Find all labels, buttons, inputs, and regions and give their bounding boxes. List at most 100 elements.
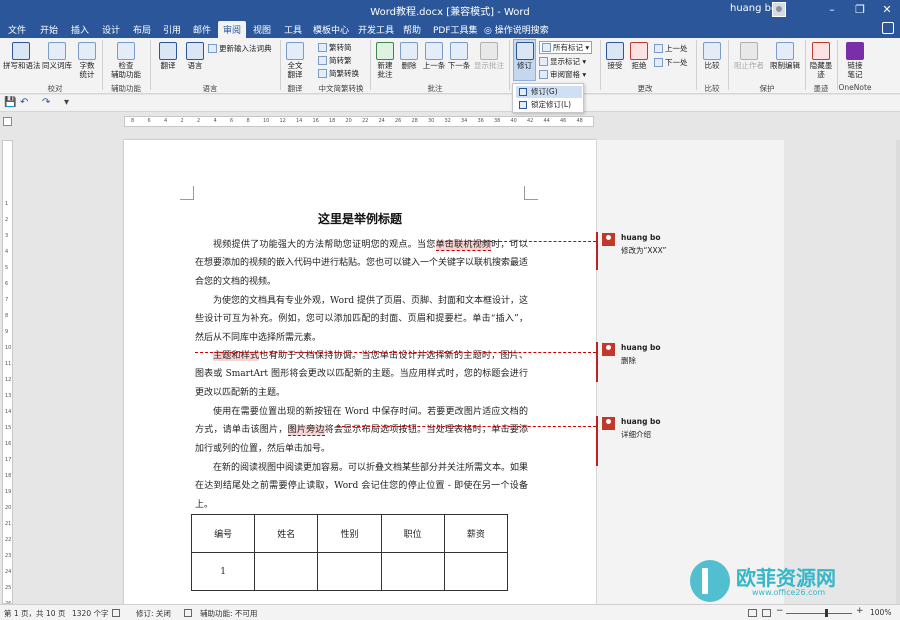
avatar[interactable] xyxy=(772,2,786,17)
comment-balloon[interactable]: huang bo 详细介绍 xyxy=(600,417,710,451)
tab-insert[interactable]: 插入 xyxy=(71,23,89,36)
delete-comment-button[interactable]: 删除 xyxy=(398,42,420,70)
macro-icon[interactable] xyxy=(184,609,192,617)
review-pane-button[interactable]: 审阅窗格 ▾ xyxy=(539,69,586,80)
show-comments-button[interactable]: 显示批注 xyxy=(472,42,506,70)
comment-balloon[interactable]: huang bo 修改为“XXX” xyxy=(600,233,710,267)
previous-comment-button[interactable]: 上一条 xyxy=(422,42,446,70)
close-button[interactable]: ✕ xyxy=(877,1,897,19)
tab-developer[interactable]: 开发工具 xyxy=(358,23,394,36)
zoom-slider[interactable] xyxy=(786,613,852,614)
save-icon[interactable]: 💾 xyxy=(4,97,16,108)
comments-panel-icon[interactable] xyxy=(882,22,894,34)
comment-text[interactable]: 详细介绍 xyxy=(621,429,651,440)
table-header-cell[interactable]: 性别 xyxy=(317,514,382,553)
word-count-button[interactable]: 字数 统计 xyxy=(75,42,99,79)
track-changes-label-wrap[interactable]: 修订 xyxy=(513,42,536,70)
linked-notes-button[interactable]: 链接 笔记 xyxy=(842,42,868,79)
horizontal-ruler[interactable]: 8 6 4 2 2 4 6 8 10 12 14 16 18 20 22 24 26 28 30 32 34 36 38 40… xyxy=(124,116,594,127)
proofing-icon[interactable] xyxy=(112,609,120,617)
full-translate-button[interactable]: 全文 翻译 xyxy=(283,42,307,79)
simp-to-trad-button[interactable]: 简转繁 xyxy=(318,55,352,66)
table-cell[interactable] xyxy=(317,552,382,591)
tab-selector[interactable] xyxy=(3,117,12,126)
ruler-tick: 6 xyxy=(147,118,151,124)
table-cell[interactable]: 1 xyxy=(190,552,256,591)
vertical-ruler[interactable]: 1 2 3 4 5 6 7 8 9 10 11 12 13 14 15 16 17 18 19 20 21 22 23 24 2… xyxy=(2,140,13,604)
tab-view[interactable]: 视图 xyxy=(253,23,271,36)
table-cell[interactable] xyxy=(380,552,445,591)
trad-to-simp-button[interactable]: 繁转简 xyxy=(318,42,352,53)
read-mode-icon[interactable] xyxy=(762,609,771,617)
zoom-slider-thumb[interactable] xyxy=(825,609,828,617)
paragraph-2[interactable]: 为使您的文档具有专业外观，Word 提供了页眉、页脚、封面和文本框设计，这些设计… xyxy=(195,292,528,347)
zoom-level[interactable]: 100% xyxy=(870,608,891,617)
tab-home[interactable]: 开始 xyxy=(40,23,58,36)
restore-button[interactable]: ❐ xyxy=(850,1,870,19)
document-heading[interactable]: 这里是举例标题 xyxy=(124,210,596,227)
language-button[interactable]: 语言 xyxy=(182,42,208,70)
simp-trad-convert-button[interactable]: 简繁转换 xyxy=(318,68,359,79)
redo-icon[interactable]: ↷ xyxy=(42,97,50,108)
block-authors-button[interactable]: 阻止作者 xyxy=(732,42,766,70)
tab-design[interactable]: 设计 xyxy=(102,23,120,36)
comment-balloon[interactable]: huang bo 删除 xyxy=(600,343,710,377)
word-count[interactable]: 1320 个字 xyxy=(72,608,108,619)
spelling-button[interactable]: 拼写和语法 xyxy=(3,42,41,70)
tab-references[interactable]: 引用 xyxy=(163,23,181,36)
tab-help[interactable]: 帮助 xyxy=(403,23,421,36)
tab-review[interactable]: 审阅 xyxy=(218,21,247,38)
hide-ink-button[interactable]: 隐藏墨迹 xyxy=(808,42,834,79)
check-accessibility-button[interactable]: 检查 辅助功能 xyxy=(106,42,146,79)
tell-me-search[interactable]: ◎ 操作说明搜索 xyxy=(484,23,549,36)
data-table[interactable]: 编号 姓名 性别 职位 薪资 1 xyxy=(190,514,509,591)
table-header-cell[interactable]: 职位 xyxy=(380,514,445,553)
restrict-editing-button[interactable]: 限制编辑 xyxy=(768,42,802,70)
tab-tools[interactable]: 工具 xyxy=(284,23,302,36)
tab-file[interactable]: 文件 xyxy=(8,23,26,36)
paragraph-4[interactable]: 使用在需要位置出现的新按钮在 Word 中保存时间。若要更改图片适应文档的方式，… xyxy=(195,403,528,458)
accept-button[interactable]: 接受 xyxy=(604,42,626,70)
customize-qat-icon[interactable]: ▾ xyxy=(64,97,69,108)
previous-change-button[interactable]: 上一处 xyxy=(654,43,688,54)
new-comment-button[interactable]: 新建 批注 xyxy=(373,42,397,79)
tab-mailings[interactable]: 邮件 xyxy=(193,23,211,36)
next-change-button[interactable]: 下一处 xyxy=(654,57,688,68)
zoom-out-button[interactable]: − xyxy=(776,606,784,616)
compare-button[interactable]: 比较 xyxy=(700,42,724,70)
accessibility-status[interactable]: 辅助功能: 不可用 xyxy=(200,608,257,619)
markup-select[interactable]: 所有标记 ▾ xyxy=(539,41,593,54)
paragraph-5[interactable]: 在新的阅读视图中阅读更加容易。可以折叠文档某些部分并关注所需文本。如果在达到结尾… xyxy=(195,459,528,514)
thesaurus-button[interactable]: 同义词库 xyxy=(40,42,74,70)
focus-mode-icon[interactable] xyxy=(748,609,757,617)
comment-text[interactable]: 修改为“XXX” xyxy=(621,245,666,256)
user-name[interactable]: huang bo xyxy=(730,3,777,14)
paragraph-3[interactable]: 主题和样式也有助于文档保持协调。当您单击设计并选择新的主题时，图片、图表或 Sm… xyxy=(195,347,528,402)
menu-item-track-changes[interactable]: 修订(G) xyxy=(516,86,582,98)
table-header-cell[interactable]: 姓名 xyxy=(254,514,319,553)
table-header-cell[interactable]: 编号 xyxy=(190,514,256,553)
show-markup-button[interactable]: 显示标记 ▾ xyxy=(539,56,586,67)
ruler-tick: 9 xyxy=(5,329,9,335)
commented-text[interactable]: 图片旁边 xyxy=(287,425,325,437)
minimize-button[interactable]: – xyxy=(822,1,842,19)
comment-text[interactable]: 删除 xyxy=(621,355,636,366)
next-comment-button[interactable]: 下一条 xyxy=(447,42,471,70)
translate-button[interactable]: 翻译 xyxy=(155,42,181,70)
paragraph-1[interactable]: 视频提供了功能强大的方法帮助您证明您的观点。当您单击联机视频时，可以在想要添加的… xyxy=(195,236,528,291)
undo-icon[interactable]: ↶ xyxy=(20,97,28,108)
table-header-cell[interactable]: 薪资 xyxy=(443,514,509,553)
page-count[interactable]: 第 1 页，共 10 页 xyxy=(4,608,65,619)
zoom-in-button[interactable]: + xyxy=(856,606,864,616)
vertical-scrollbar[interactable] xyxy=(896,140,900,604)
menu-item-lock-tracking[interactable]: 锁定修订(L) xyxy=(516,99,582,111)
update-ime-button[interactable]: 更新输入法词典 xyxy=(208,43,272,54)
tab-templates[interactable]: 模板中心 xyxy=(313,23,349,36)
tab-pdf-tools[interactable]: PDF工具集 xyxy=(433,23,478,36)
track-status[interactable]: 修订: 关闭 xyxy=(136,608,171,619)
tab-layout[interactable]: 布局 xyxy=(133,23,151,36)
reject-button[interactable]: 拒绝 xyxy=(628,42,650,70)
table-cell[interactable] xyxy=(443,552,509,591)
ruler-tick: 16 xyxy=(5,441,12,447)
table-cell[interactable] xyxy=(254,552,319,591)
